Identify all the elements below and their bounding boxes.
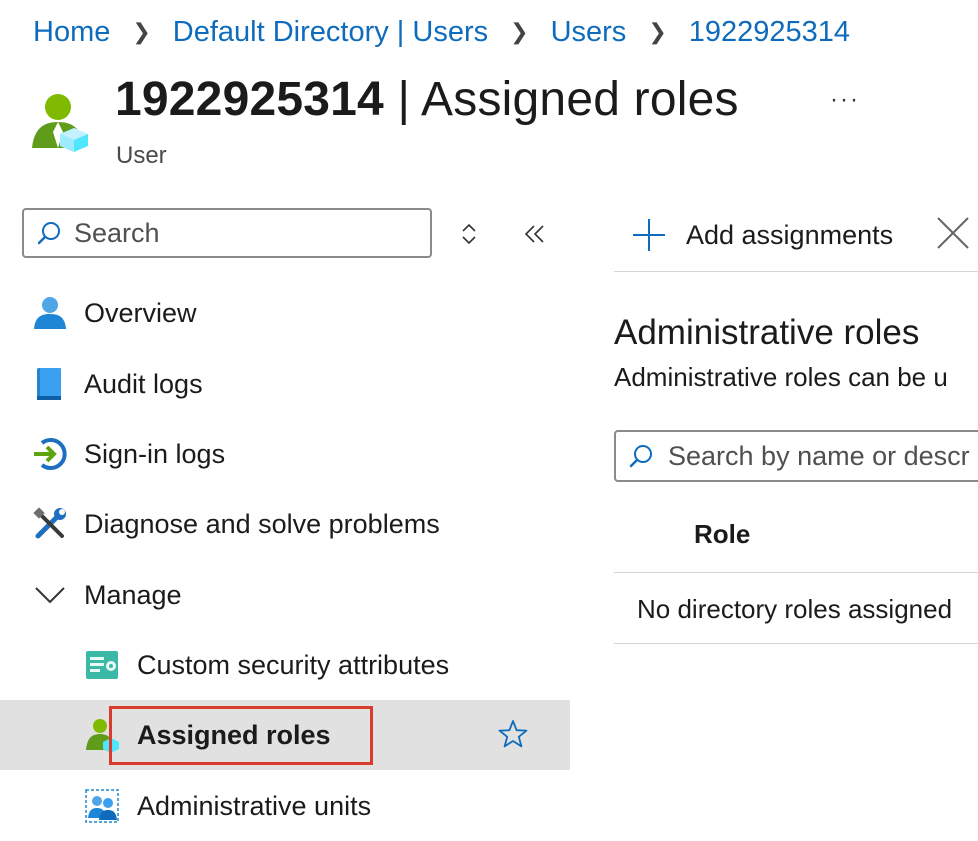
search-icon bbox=[37, 222, 60, 245]
breadcrumb-directory-users[interactable]: Default Directory | Users bbox=[173, 16, 488, 49]
favorite-star-icon[interactable] bbox=[497, 718, 529, 750]
user-roles-icon bbox=[32, 94, 88, 152]
nav-item-sign-in-logs[interactable]: Sign-in logs bbox=[0, 419, 570, 489]
nav-item-label: Diagnose and solve problems bbox=[84, 508, 440, 539]
nav-item-custom-security-attributes[interactable]: Custom security attributes bbox=[0, 630, 570, 700]
nav-item-administrative-units[interactable]: Administrative units bbox=[0, 771, 570, 841]
nav-group-manage[interactable]: Manage bbox=[0, 560, 570, 630]
wrench-screwdriver-icon bbox=[33, 507, 66, 539]
section-description: Administrative roles can be u bbox=[614, 362, 948, 392]
empty-state-text: No directory roles assigned bbox=[637, 594, 953, 624]
assigned-roles-icon bbox=[86, 719, 119, 753]
expand-collapse-icon[interactable] bbox=[459, 220, 479, 248]
role-search-box[interactable] bbox=[614, 430, 978, 482]
table-divider bbox=[614, 572, 978, 573]
column-header-role[interactable]: Role bbox=[694, 519, 750, 550]
table-divider bbox=[614, 643, 978, 644]
menu-search-input[interactable] bbox=[74, 217, 404, 249]
breadcrumb-user-id[interactable]: 1922925314 bbox=[689, 16, 850, 49]
nav-item-label: Custom security attributes bbox=[137, 649, 450, 680]
nav-item-audit-logs[interactable]: Audit logs bbox=[0, 349, 570, 419]
remove-assignments-icon[interactable] bbox=[934, 214, 972, 252]
nav-item-assigned-roles[interactable]: Assigned roles bbox=[0, 700, 570, 770]
chevron-down-icon bbox=[35, 587, 65, 604]
nav-item-label: Overview bbox=[84, 297, 197, 328]
plus-icon bbox=[633, 219, 665, 251]
section-heading: Administrative roles bbox=[614, 313, 920, 352]
menu-search-box[interactable] bbox=[22, 208, 432, 258]
nav-item-label: Sign-in logs bbox=[84, 438, 226, 469]
breadcrumb-home[interactable]: Home bbox=[33, 16, 110, 49]
admin-units-icon bbox=[85, 789, 119, 823]
security-attributes-icon bbox=[86, 651, 118, 679]
add-assignments-label: Add assignments bbox=[686, 219, 894, 250]
nav-item-label: Audit logs bbox=[84, 368, 203, 399]
more-options-button[interactable]: ··· bbox=[830, 86, 860, 114]
search-icon bbox=[629, 445, 652, 468]
page-title: 1922925314 | Assigned roles bbox=[115, 73, 739, 126]
page-subtitle: User bbox=[116, 142, 167, 169]
nav-item-diagnose[interactable]: Diagnose and solve problems bbox=[0, 489, 570, 559]
breadcrumb-users[interactable]: Users bbox=[551, 16, 627, 49]
book-icon bbox=[37, 368, 61, 400]
role-search-input[interactable] bbox=[668, 440, 978, 472]
collapse-menu-icon[interactable] bbox=[522, 220, 548, 248]
user-icon bbox=[34, 297, 66, 329]
sign-in-arrow-icon bbox=[34, 438, 67, 470]
nav-item-label: Administrative units bbox=[137, 790, 372, 821]
nav-item-label: Assigned roles bbox=[137, 719, 331, 750]
nav-item-overview[interactable]: Overview bbox=[0, 278, 570, 348]
breadcrumb-chevron-icon: ❯ bbox=[510, 19, 529, 44]
breadcrumb-chevron-icon: ❯ bbox=[132, 19, 151, 44]
nav-group-label: Manage bbox=[84, 579, 182, 610]
breadcrumb-chevron-icon: ❯ bbox=[648, 19, 667, 44]
add-assignments-button[interactable]: Add assignments bbox=[630, 212, 893, 258]
breadcrumb: Home ❯ Default Directory | Users ❯ Users… bbox=[33, 12, 850, 52]
